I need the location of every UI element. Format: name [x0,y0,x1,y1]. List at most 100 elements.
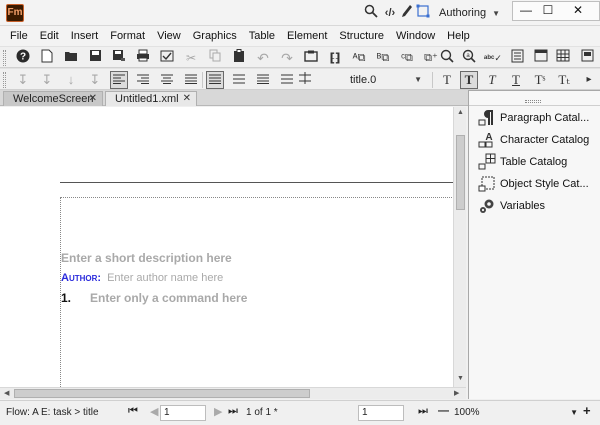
redo-icon[interactable]: ↷ [278,49,296,67]
object-style-catalog-icon [477,175,497,195]
undo-icon[interactable]: ↶ [254,49,272,67]
print-icon[interactable] [134,49,152,67]
code-view-icon[interactable]: ‹/› [381,4,399,22]
menu-graphics[interactable]: Graphics [187,27,243,45]
panel-item-paragraph-catalog[interactable]: Paragraph Catal... [477,109,599,129]
scroll-left-icon[interactable]: ◀ [4,388,9,399]
view-icon[interactable] [532,49,550,67]
line-spacing-double-icon[interactable] [254,71,272,89]
justify-icon[interactable] [182,71,200,89]
scroll-right-icon[interactable]: ▶ [454,388,459,399]
scroll-down-icon[interactable]: ▼ [454,375,467,382]
wrap-element-icon[interactable]: ᴬ⧉ [350,49,368,67]
scrollbar-thumb[interactable] [456,135,465,210]
close-icon[interactable]: ✕ [183,92,191,106]
new-document-icon[interactable] [38,49,56,67]
tab-welcome-screen[interactable]: WelcomeScreen ✕ [3,91,103,106]
equation-icon[interactable] [578,49,596,67]
toggle-view-icon[interactable]: ⏭ [418,405,428,418]
page-number-input[interactable]: 1 [160,405,206,421]
copy-icon[interactable] [206,49,224,67]
menu-view[interactable]: View [151,27,187,45]
vertical-scrollbar[interactable]: ▲ ▼ [453,107,466,387]
close-icon[interactable]: ✕ [89,92,97,106]
menu-structure[interactable]: Structure [333,27,390,45]
menu-file[interactable]: File [4,27,34,45]
toolbar-grip[interactable] [3,50,6,66]
tab-untitled1[interactable]: Untitled1.xml ✕ [105,91,197,106]
text-italic-icon[interactable]: T [483,71,501,89]
toolbar-overflow-icon[interactable]: ▸ [580,71,598,89]
scrollbar-thumb[interactable] [14,389,310,398]
thesaurus-icon[interactable] [508,49,526,67]
paste-icon[interactable] [230,49,248,67]
find-icon[interactable] [438,49,456,67]
author-row[interactable]: Author: Enter author name here [61,272,223,284]
spelling-icon[interactable]: ᵃᵇᶜ✓ [484,49,502,67]
zoom-in-icon[interactable]: + [583,403,591,418]
save-as-icon[interactable] [110,49,128,67]
menu-help[interactable]: Help [441,27,476,45]
frame-select-icon[interactable] [414,4,432,22]
space-below-icon[interactable] [278,71,296,89]
panel-item-label: Object Style Cat... [500,178,589,190]
secondary-input[interactable]: 1 [358,405,404,421]
menu-element[interactable]: Element [281,27,333,45]
open-folder-icon[interactable] [62,49,80,67]
cut-icon[interactable]: ✂ [182,49,200,67]
align-center-icon[interactable] [158,71,176,89]
save-icon[interactable] [86,49,104,67]
scroll-up-icon[interactable]: ▲ [454,109,467,116]
zoom-dropdown[interactable]: 100% ▼ [452,405,580,421]
text-bold-icon[interactable]: T [460,71,478,89]
change-element-icon[interactable]: ᴮ⧉ [374,49,392,67]
line-spacing-single-icon[interactable] [206,71,224,89]
panel-item-variables[interactable]: Variables [477,197,599,217]
paragraph-style-dropdown[interactable]: title.0 ▼ [346,71,424,89]
menu-window[interactable]: Window [390,27,441,45]
text-underline-icon[interactable]: T [507,71,525,89]
short-description-placeholder[interactable]: Enter a short description here [61,251,232,265]
command-placeholder[interactable]: Enter only a command here [90,291,247,305]
horizontal-scrollbar[interactable]: ◀ ▶ [0,387,466,399]
panel-item-object-style-catalog[interactable]: Object Style Cat... [477,175,599,195]
menu-insert[interactable]: Insert [65,27,105,45]
insert-element-icon[interactable]: ⁅⁆ [326,49,344,67]
help-icon[interactable]: ? [14,49,32,67]
first-page-icon[interactable]: ⏮ [128,405,138,418]
command-row[interactable]: 1. Enter only a command here [61,291,247,305]
zoom-out-icon[interactable]: — [438,405,449,417]
document-canvas[interactable]: Enter a short description here Author: En… [0,107,466,387]
align-left-icon[interactable] [110,71,128,89]
demote-icon[interactable]: ↧ [38,71,56,89]
text-plain-icon[interactable]: T [438,71,456,89]
move-down-icon[interactable]: ↓ [62,71,80,89]
space-above-icon[interactable] [296,71,314,89]
menu-edit[interactable]: Edit [34,27,65,45]
insert-frame-icon[interactable] [302,49,320,67]
line-spacing-icon[interactable] [230,71,248,89]
toolbar-grip[interactable] [3,72,6,88]
panel-item-table-catalog[interactable]: Table Catalog [477,153,599,173]
workspace-dropdown[interactable]: Authoring ▼ [439,5,505,21]
spellcheck-icon[interactable] [158,49,176,67]
previous-page-icon[interactable]: ◀ [150,405,158,418]
next-page-icon[interactable]: ▶ [214,405,222,418]
find-replace-icon[interactable]: a [460,49,478,67]
menu-table[interactable]: Table [243,27,281,45]
align-right-icon[interactable] [134,71,152,89]
search-icon[interactable] [362,4,380,22]
close-button[interactable]: ✕ [556,0,600,20]
move-up-icon[interactable]: ↧ [86,71,104,89]
last-page-icon[interactable]: ⏭ [228,405,238,418]
panel-item-character-catalog[interactable]: A Character Catalog [477,131,599,151]
panel-grip[interactable] [525,100,541,103]
add-attribute-icon[interactable]: ᶜ⧉ [398,49,416,67]
promote-icon[interactable]: ↧ [14,71,32,89]
flow-status: Flow: A [6,407,39,418]
text-superscript-icon[interactable]: Tˢ [531,71,549,89]
table-icon[interactable] [554,49,572,67]
menu-format[interactable]: Format [104,27,151,45]
text-subscript-icon[interactable]: Tₜ [555,71,573,89]
author-placeholder[interactable]: Enter author name here [107,272,223,284]
